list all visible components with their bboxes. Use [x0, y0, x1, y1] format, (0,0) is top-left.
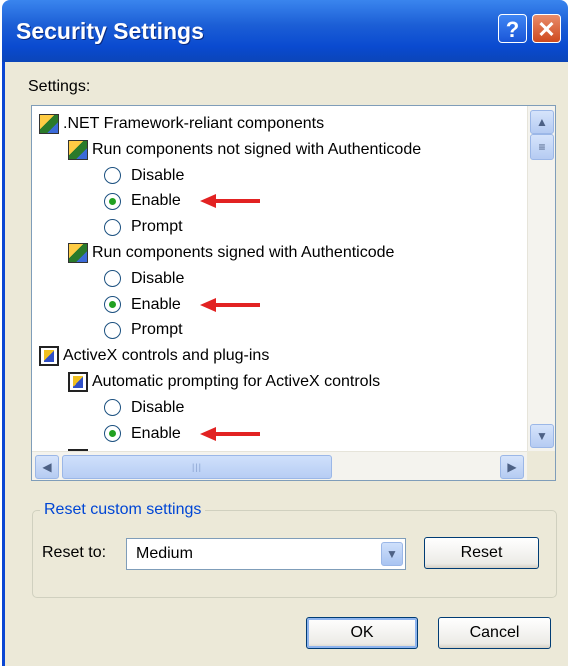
tree-category: ActiveX controls and plug-ins: [39, 343, 269, 369]
tree-item-label: Run components signed with Authenticode: [92, 244, 395, 261]
tree-item-label: Enable: [131, 424, 181, 442]
tree-item-label: Disable: [131, 269, 185, 287]
tree-item-label: Automatic prompting for ActiveX controls: [92, 373, 381, 390]
vertical-scroll-thumb[interactable]: ≡: [530, 134, 554, 160]
tree-item-label: Prompt: [131, 218, 183, 236]
scroll-up-button[interactable]: ▲: [530, 110, 554, 134]
scroll-left-button[interactable]: ◀: [35, 455, 59, 479]
tree-item-label: .NET Framework-reliant components: [63, 115, 325, 132]
reset-level-value: Medium: [136, 545, 193, 562]
radio-selected[interactable]: [104, 296, 121, 314]
red-arrow-annotation: [200, 194, 260, 209]
tree-item-label: Disable: [131, 398, 185, 416]
reset-button[interactable]: Reset: [424, 537, 539, 569]
radio-unselected[interactable]: [104, 218, 121, 236]
horizontal-scrollbar[interactable]: ◀ ||| ▶: [32, 451, 527, 480]
tree-setting: Automatic prompting for ActiveX controls: [68, 369, 380, 395]
settings-listbox[interactable]: .NET Framework-reliant components Run com…: [31, 105, 556, 481]
activex-icon: [68, 372, 88, 392]
radio-selected[interactable]: [104, 192, 121, 210]
tree-item-label: Run components not signed with Authentic…: [92, 140, 422, 158]
settings-label: Settings:: [28, 78, 91, 95]
tree-option[interactable]: Disable: [104, 395, 184, 421]
tree-option[interactable]: Prompt: [104, 214, 183, 240]
net-framework-icon: [39, 114, 59, 134]
tree-category: .NET Framework-reliant components: [39, 111, 324, 137]
tree-option[interactable]: Prompt: [104, 317, 183, 343]
chevron-down-icon[interactable]: ▼: [381, 542, 403, 566]
tree-item-label: Enable: [131, 295, 181, 313]
close-button[interactable]: ✕: [532, 14, 561, 43]
reset-to-label: Reset to:: [42, 544, 107, 561]
radio-unselected[interactable]: [104, 167, 121, 185]
horizontal-scroll-thumb[interactable]: |||: [62, 455, 332, 479]
radio-unselected[interactable]: [104, 321, 121, 339]
vertical-scrollbar[interactable]: ▲ ≡ ▼: [527, 106, 555, 451]
tree-option[interactable]: Enable: [104, 421, 181, 447]
radio-unselected[interactable]: [104, 399, 121, 417]
scroll-right-button[interactable]: ▶: [500, 455, 524, 479]
reset-level-select[interactable]: Medium ▼: [126, 538, 406, 570]
settings-tree: .NET Framework-reliant components Run com…: [32, 106, 527, 451]
tree-option[interactable]: Enable: [104, 292, 181, 318]
help-button[interactable]: ?: [498, 14, 527, 43]
tree-setting: Run components signed with Authenticode: [68, 240, 394, 266]
radio-unselected[interactable]: [104, 270, 121, 288]
activex-icon: [39, 346, 59, 367]
tree-item-label: ActiveX controls and plug-ins: [63, 347, 270, 365]
cancel-button[interactable]: Cancel: [438, 617, 551, 649]
scrollbar-corner: [527, 451, 555, 480]
tree-setting: Run components not signed with Authentic…: [68, 137, 421, 163]
tree-option[interactable]: Disable: [104, 163, 184, 189]
red-arrow-annotation: [200, 426, 260, 441]
scroll-down-button[interactable]: ▼: [530, 424, 554, 448]
title-bar: Security Settings ? ✕: [2, 0, 568, 62]
reset-group-legend: Reset custom settings: [40, 501, 206, 519]
tree-option[interactable]: Enable: [104, 188, 181, 214]
dialog-title: Security Settings: [16, 18, 204, 44]
tree-item-label: Prompt: [131, 321, 183, 339]
tree-item-label: Enable: [131, 192, 181, 210]
net-framework-icon: [68, 139, 88, 160]
tree-item-label: Disable: [131, 166, 185, 184]
red-arrow-annotation: [200, 297, 260, 312]
net-framework-icon: [68, 243, 88, 263]
radio-selected[interactable]: [104, 425, 121, 443]
ok-button[interactable]: OK: [306, 617, 418, 649]
tree-option[interactable]: Disable: [104, 266, 184, 292]
